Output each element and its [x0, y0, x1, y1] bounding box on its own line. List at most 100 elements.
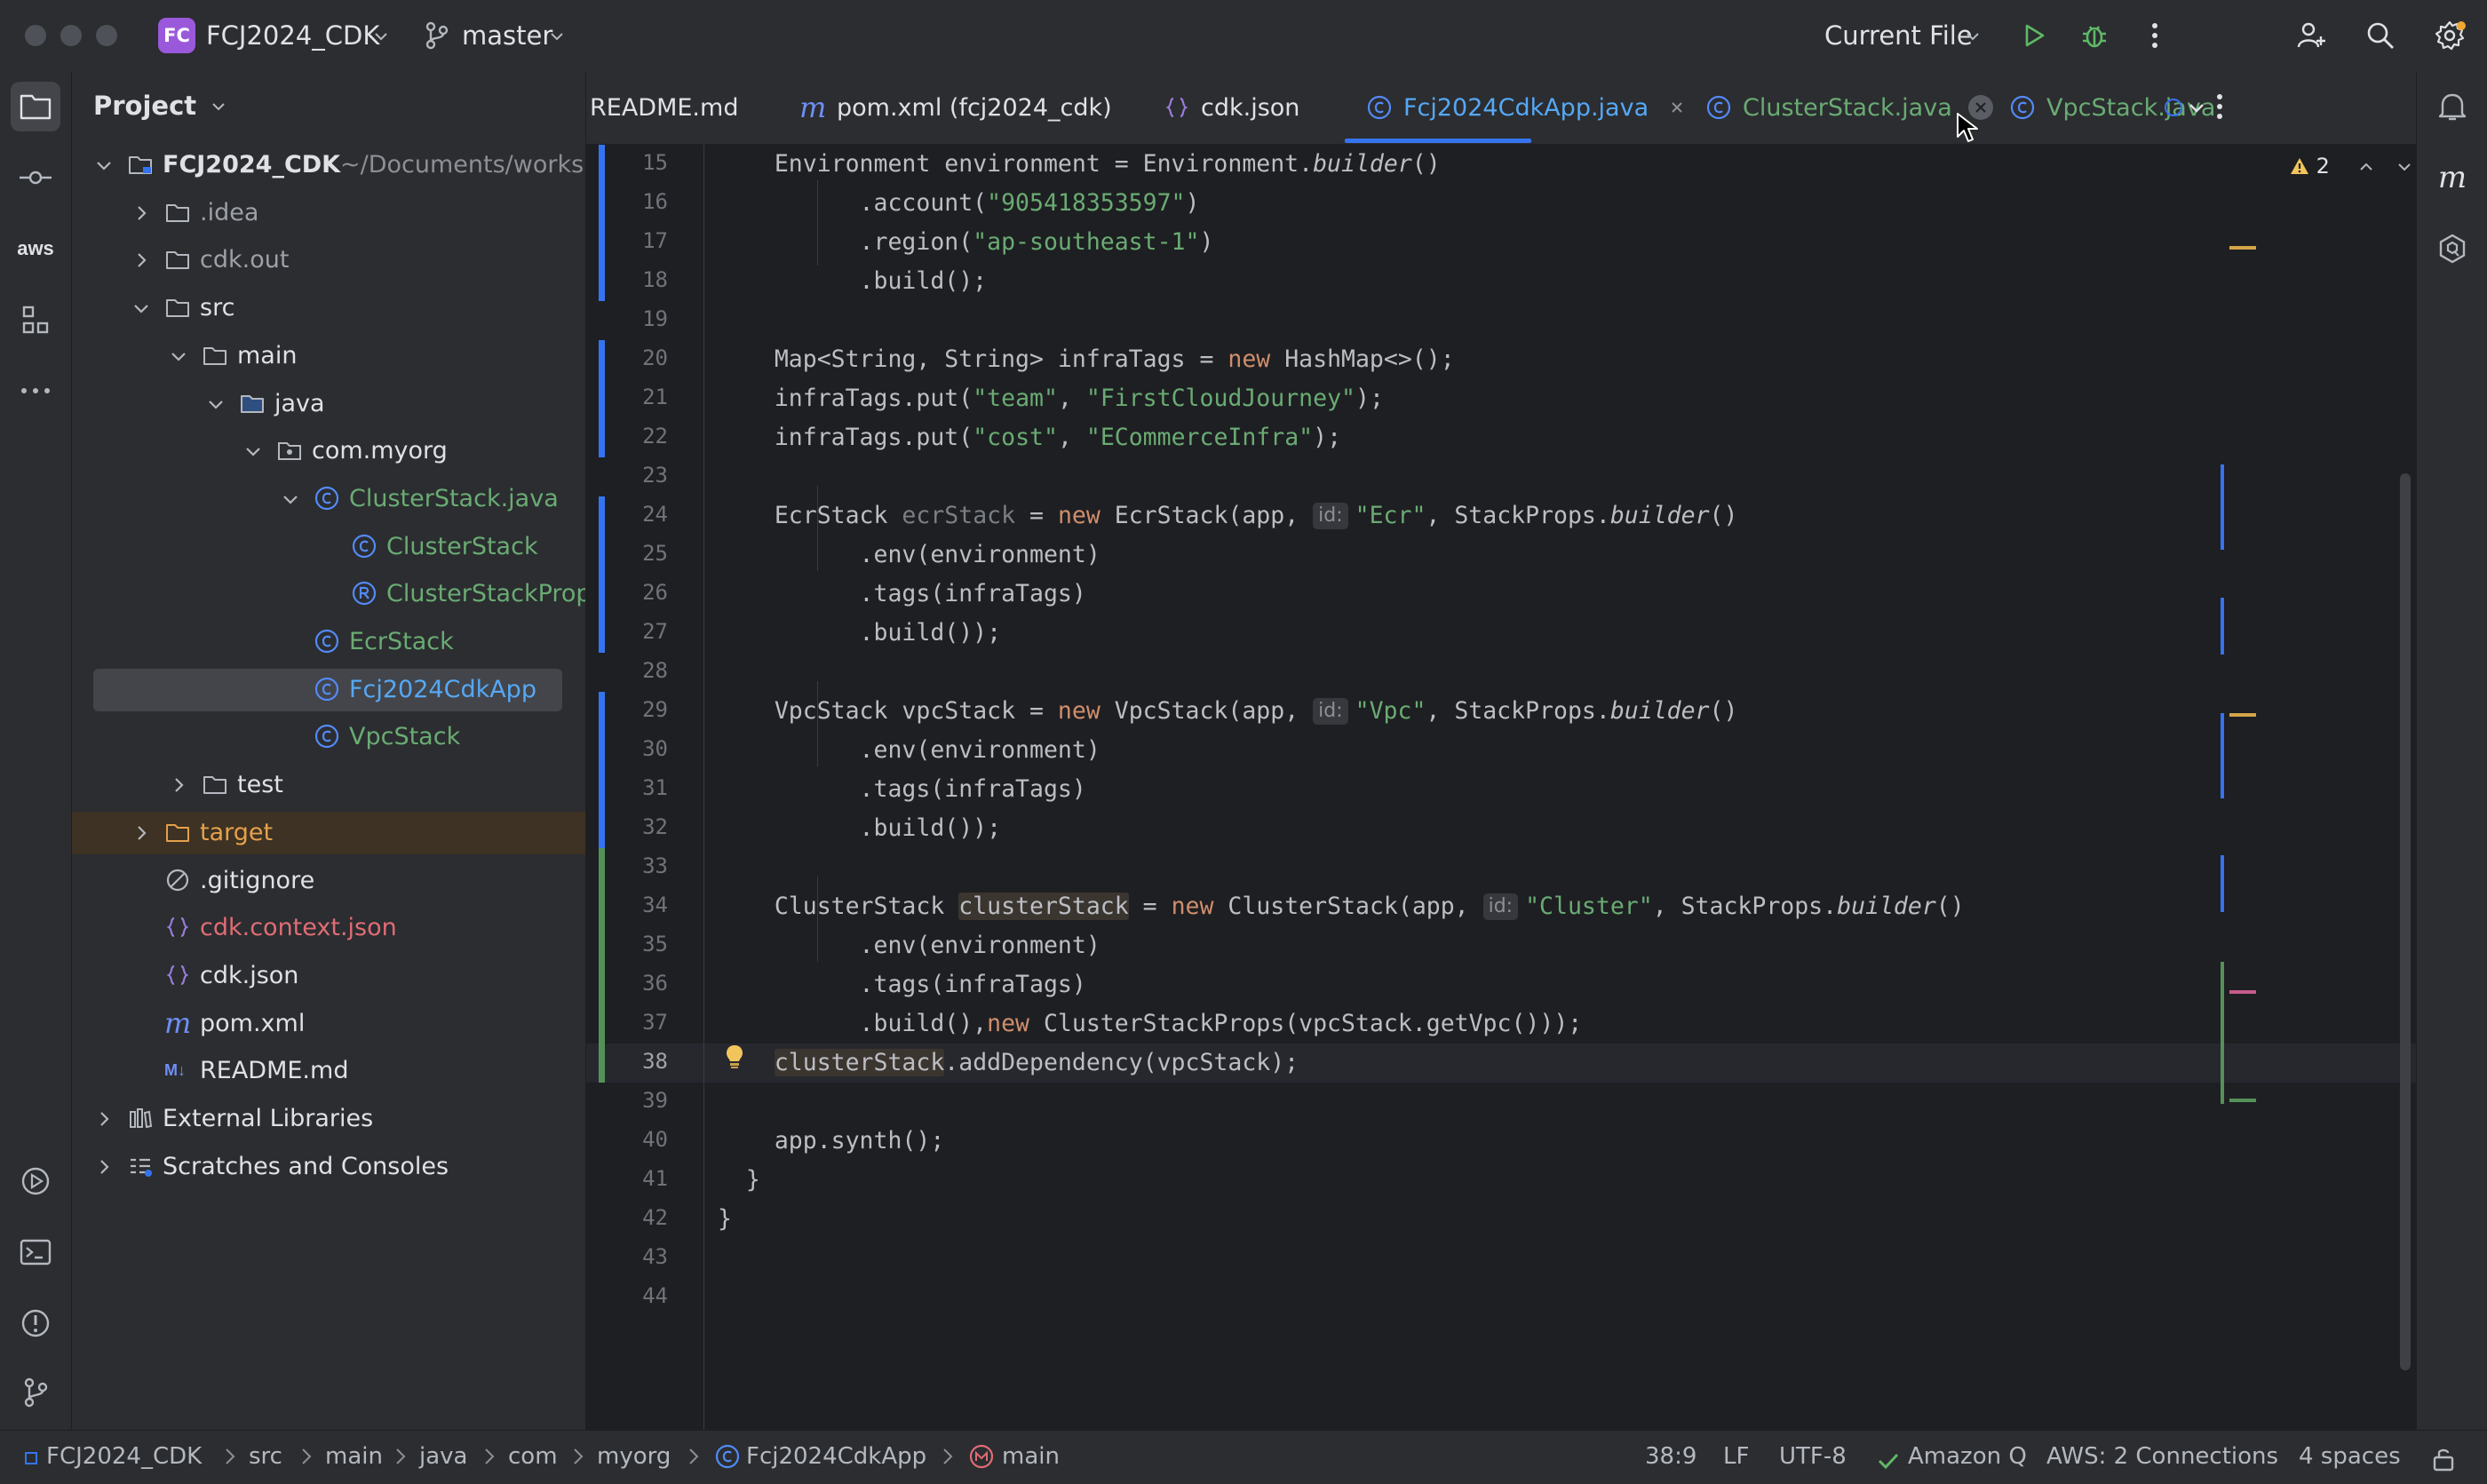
- vcs-modified-marker[interactable]: [599, 262, 605, 301]
- tree-item[interactable]: External Libraries: [72, 1098, 585, 1140]
- tree-item[interactable]: java: [72, 383, 585, 425]
- aws-connections[interactable]: AWS: 2 Connections: [2046, 1441, 2278, 1472]
- project-badge[interactable]: FC: [158, 18, 195, 53]
- chevron-right-icon[interactable]: [168, 774, 189, 796]
- error-stripe[interactable]: [2203, 145, 2256, 1430]
- code-line[interactable]: 32 .build());: [586, 809, 2416, 848]
- tree-item[interactable]: Fcj2024CdkApp: [72, 668, 585, 711]
- editor-tab[interactable]: Fcj2024CdkApp.java: [1366, 71, 1689, 144]
- vcs-modified-marker[interactable]: [599, 731, 605, 770]
- minimize-window-button[interactable]: [60, 25, 82, 46]
- lightbulb-icon[interactable]: [725, 1044, 744, 1070]
- tree-item[interactable]: target: [72, 811, 585, 854]
- more-tool-windows-button[interactable]: [11, 366, 60, 416]
- chevron-right-icon[interactable]: [131, 202, 152, 224]
- tree-item[interactable]: cdk.out: [72, 239, 585, 282]
- tree-item[interactable]: test: [72, 764, 585, 806]
- chevron-down-icon[interactable]: [205, 393, 226, 415]
- vcs-added-marker[interactable]: [599, 926, 605, 965]
- inspection-widget[interactable]: 2: [2290, 154, 2412, 179]
- tab-actions-icon[interactable]: [2215, 92, 2224, 121]
- code-line[interactable]: 44: [586, 1278, 2416, 1317]
- vcs-modified-marker[interactable]: [599, 770, 605, 809]
- terminal-tool-button[interactable]: [11, 1227, 60, 1277]
- project-tool-button[interactable]: [11, 82, 60, 131]
- breadcrumb-item[interactable]: FCJ2024_CDK: [46, 1441, 202, 1472]
- run-configuration-selector[interactable]: Current File: [1824, 20, 1973, 52]
- editor-tab[interactable]: m pom.xml (fcj2024_cdk): [799, 71, 1112, 144]
- code-line[interactable]: 20 Map<String, String> infraTags = new H…: [586, 340, 2416, 379]
- breadcrumb-item[interactable]: main: [325, 1441, 383, 1472]
- chevron-right-icon[interactable]: [93, 1108, 115, 1130]
- code-line[interactable]: 34 ClusterStack clusterStack = new Clust…: [586, 887, 2416, 926]
- chevron-down-icon[interactable]: [131, 298, 152, 319]
- code-line[interactable]: 42}: [586, 1200, 2416, 1239]
- current-code-line[interactable]: 38 clusterStack.addDependency(vpcStack);: [586, 1044, 2416, 1083]
- tree-item[interactable]: ClusterStack: [72, 526, 585, 568]
- aws-toolkit-button[interactable]: aws: [11, 224, 60, 274]
- chevron-down-icon[interactable]: [168, 345, 189, 367]
- code-line[interactable]: 33: [586, 848, 2416, 887]
- vcs-modified-marker[interactable]: [599, 145, 605, 184]
- vertical-scrollbar[interactable]: [2400, 473, 2411, 1370]
- tree-item[interactable]: m pom.xml: [72, 1003, 585, 1045]
- breadcrumb-item[interactable]: java: [419, 1441, 467, 1472]
- tree-item[interactable]: EcrStack: [72, 621, 585, 663]
- tree-item[interactable]: .gitignore: [72, 860, 585, 902]
- tree-item[interactable]: cdk.json: [72, 955, 585, 997]
- chevron-right-icon[interactable]: [131, 250, 152, 271]
- vcs-added-marker[interactable]: [599, 1044, 605, 1083]
- tree-item[interactable]: M↓ README.md: [72, 1050, 585, 1092]
- aws-q-tool-button[interactable]: [2427, 224, 2477, 274]
- code-line[interactable]: 24 EcrStack ecrStack = new EcrStack(app,…: [586, 496, 2416, 536]
- code-line[interactable]: 21 infraTags.put("team", "FirstCloudJour…: [586, 379, 2416, 418]
- vcs-modified-marker[interactable]: [599, 496, 605, 536]
- tree-item[interactable]: ClusterStack.java: [72, 478, 585, 520]
- code-line[interactable]: 23: [586, 457, 2416, 496]
- structure-tool-button[interactable]: [11, 295, 60, 345]
- commit-tool-button[interactable]: [11, 153, 60, 202]
- vcs-modified-marker[interactable]: [599, 809, 605, 848]
- code-line[interactable]: 37 .build(),new ClusterStackProps(vpcSta…: [586, 1004, 2416, 1044]
- vcs-modified-marker[interactable]: [599, 379, 605, 418]
- tree-item[interactable]: src: [72, 287, 585, 329]
- code-line[interactable]: 18 .build();: [586, 262, 2416, 301]
- chevron-down-icon[interactable]: [280, 488, 301, 510]
- code-line[interactable]: 43: [586, 1239, 2416, 1278]
- tree-item[interactable]: Scratches and Consoles: [72, 1146, 585, 1188]
- vcs-added-marker[interactable]: [599, 848, 605, 887]
- git-tool-button[interactable]: [11, 1368, 60, 1417]
- vcs-modified-marker[interactable]: [599, 575, 605, 614]
- code-line[interactable]: 39: [586, 1083, 2416, 1122]
- services-tool-button[interactable]: [11, 1156, 60, 1206]
- breadcrumb-item[interactable]: main: [1002, 1441, 1060, 1472]
- vcs-modified-marker[interactable]: [599, 418, 605, 457]
- code-line[interactable]: 36 .tags(infraTags): [586, 965, 2416, 1004]
- chevron-right-icon[interactable]: [93, 1156, 115, 1178]
- indent-settings[interactable]: 4 spaces: [2299, 1441, 2401, 1472]
- search-everywhere-button[interactable]: [2361, 16, 2400, 55]
- tree-item[interactable]: com.myorg: [72, 430, 585, 472]
- code-with-me-button[interactable]: [2292, 16, 2331, 55]
- vcs-added-marker[interactable]: [599, 887, 605, 926]
- vcs-modified-marker[interactable]: [599, 340, 605, 379]
- tree-item[interactable]: FCJ2024_CDK~/Documents/worksho: [72, 144, 585, 186]
- amazon-q-status[interactable]: Amazon Q: [1908, 1441, 2027, 1472]
- code-line[interactable]: 35 .env(environment): [586, 926, 2416, 965]
- project-switcher[interactable]: FCJ2024_CDK: [206, 20, 379, 52]
- notifications-button[interactable]: [2427, 82, 2477, 131]
- caret-position[interactable]: 38:9: [1645, 1441, 1696, 1472]
- chevron-up-icon[interactable]: [2358, 161, 2374, 173]
- settings-button[interactable]: [2430, 16, 2469, 55]
- vcs-added-marker[interactable]: [599, 1004, 605, 1044]
- breadcrumb-item[interactable]: com: [508, 1441, 558, 1472]
- code-line[interactable]: 17 .region("ap-southeast-1"): [586, 223, 2416, 262]
- editor-tab[interactable]: README.md: [590, 71, 738, 144]
- chevron-down-icon[interactable]: [2187, 99, 2206, 117]
- tree-item[interactable]: .idea: [72, 192, 585, 234]
- project-panel-title[interactable]: Project: [93, 91, 226, 121]
- lock-icon[interactable]: [2432, 1447, 2455, 1472]
- chevron-down-icon[interactable]: [93, 155, 115, 176]
- maven-tool-button[interactable]: m: [2427, 153, 2477, 202]
- code-line[interactable]: 27 .build());: [586, 614, 2416, 653]
